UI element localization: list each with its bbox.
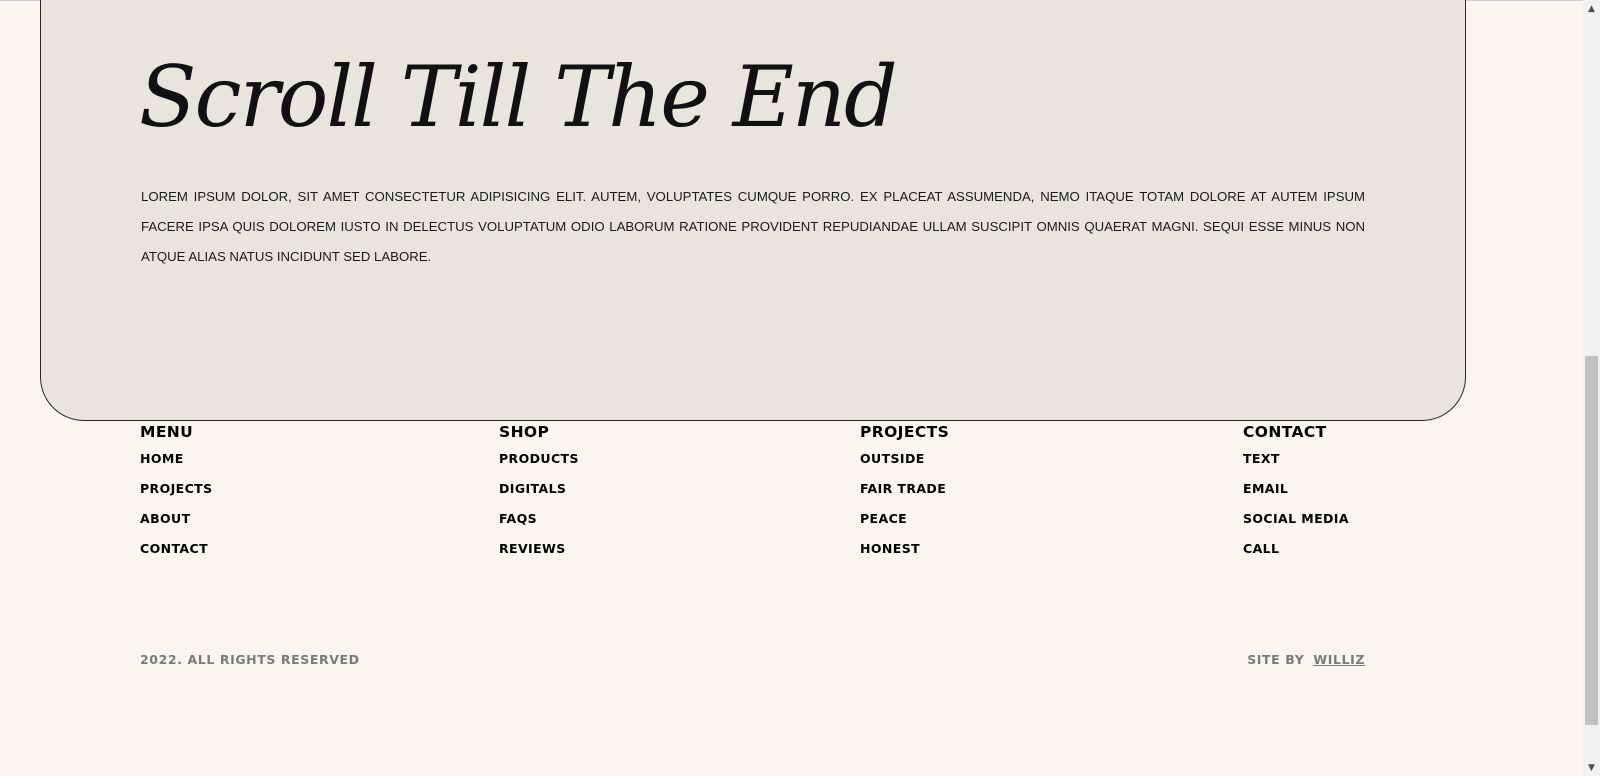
copyright-text: 2022. ALL RIGHTS RESERVED [140, 652, 360, 667]
footer-column-projects: PROJECTS OUTSIDE FAIR TRADE PEACE HONEST [860, 420, 949, 570]
site-credit: SITE BY WILLIZ [1247, 652, 1365, 667]
footer-heading-contact: CONTACT [1243, 423, 1327, 441]
footer-link-home[interactable]: HOME [140, 450, 213, 480]
scroll-up-arrow-icon[interactable]: ▲ [1583, 0, 1600, 17]
footer-link-products[interactable]: PRODUCTS [499, 450, 579, 480]
footer-link-fair-trade[interactable]: FAIR TRADE [860, 480, 949, 510]
footer-link-honest[interactable]: HONEST [860, 540, 949, 570]
site-author-link[interactable]: WILLIZ [1313, 652, 1365, 667]
footer-link-peace[interactable]: PEACE [860, 510, 949, 540]
footer-link-projects[interactable]: PROJECTS [140, 480, 213, 510]
footer-link-call[interactable]: CALL [1243, 540, 1349, 570]
hero-body-text: Lorem ipsum dolor, sit amet consectetur … [141, 189, 1365, 264]
footer-heading-menu: MENU [140, 423, 194, 441]
footer-link-about[interactable]: ABOUT [140, 510, 213, 540]
footer-link-outside[interactable]: OUTSIDE [860, 450, 949, 480]
footer-link-social-media[interactable]: SOCIAL MEDIA [1243, 510, 1349, 540]
vertical-scrollbar[interactable]: ▲ ▼ [1583, 0, 1600, 776]
footer-link-digitals[interactable]: DIGITALS [499, 480, 579, 510]
scroll-down-arrow-icon[interactable]: ▼ [1583, 759, 1600, 776]
page: Scroll Till The End Lorem ipsum dolor, s… [0, 0, 1583, 776]
footer-heading-shop: SHOP [499, 423, 550, 441]
footer-heading-projects: PROJECTS [860, 423, 950, 441]
hero-card: Scroll Till The End Lorem ipsum dolor, s… [40, 0, 1466, 421]
footer-link-text[interactable]: TEXT [1243, 450, 1349, 480]
footer-link-faqs[interactable]: FAQS [499, 510, 579, 540]
footer-column-contact: CONTACT TEXT EMAIL SOCIAL MEDIA CALL [1243, 420, 1349, 570]
scrollbar-thumb[interactable] [1585, 356, 1598, 725]
hero-title: Scroll Till The End [139, 48, 898, 146]
footer-link-contact[interactable]: CONTACT [140, 540, 213, 570]
footer-column-menu: MENU HOME PROJECTS ABOUT CONTACT [140, 420, 213, 570]
site-by-label: SITE BY [1247, 652, 1305, 667]
footer-link-email[interactable]: EMAIL [1243, 480, 1349, 510]
footer-column-shop: SHOP PRODUCTS DIGITALS FAQS REVIEWS [499, 420, 579, 570]
footer-link-reviews[interactable]: REVIEWS [499, 540, 579, 570]
